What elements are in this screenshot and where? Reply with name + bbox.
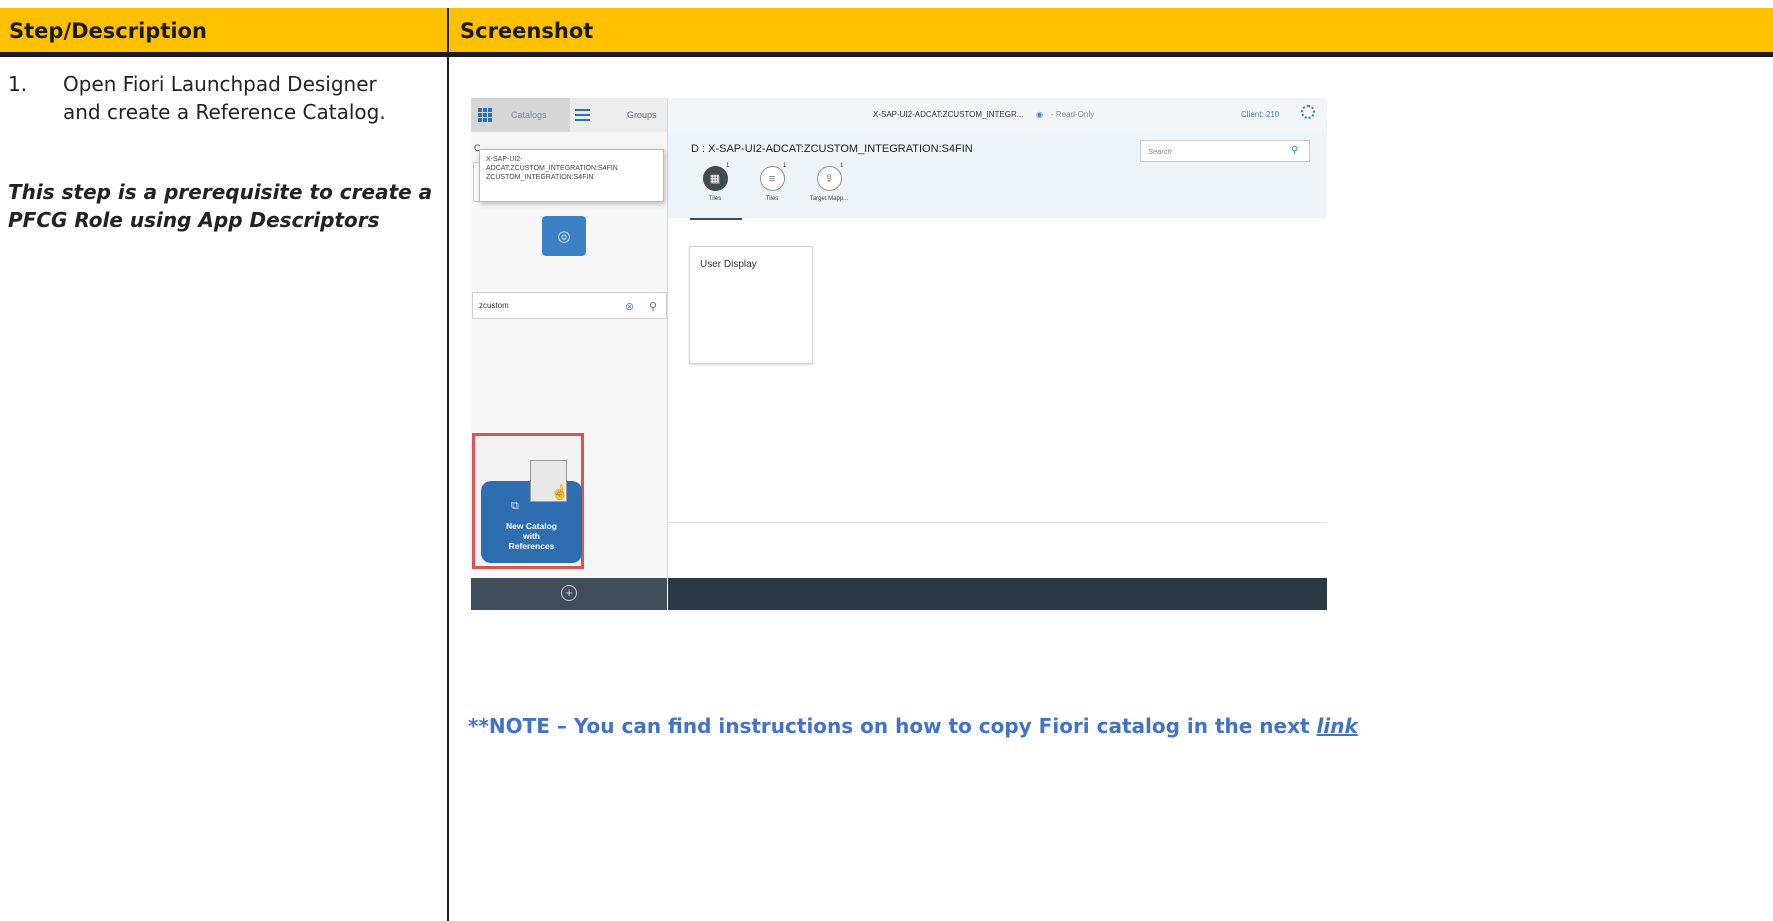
prerequisite-note: This step is a prerequisite to create a …: [8, 178, 438, 234]
catalog-id: D : X-SAP-UI2-ADCAT:ZCUSTOM_INTEGRATION:…: [691, 143, 973, 155]
note: **NOTE – You can find instructions on ho…: [468, 714, 1358, 738]
tile-title: User Display: [700, 259, 757, 270]
catalogs-label: Catalogs: [511, 110, 547, 120]
menu-icon[interactable]: [575, 109, 590, 121]
divider: [668, 522, 1327, 523]
new-catalog-highlight: ⧉ New Catalog with References ☝: [472, 433, 584, 569]
catalog-title: X-SAP-UI2-ADCAT:ZCUSTOM_INTEGR...: [873, 110, 1024, 119]
share-icon: ⇪: [816, 166, 842, 191]
tab-label: Tiles: [708, 196, 722, 202]
catalog-search-value: zcustom: [479, 301, 509, 310]
catalog-tooltip: X-SAP-UI2- ADCAT:ZCUSTOM_INTEGRATION:S4F…: [479, 149, 664, 202]
left-panel-toolbar: Catalogs Groups: [471, 98, 667, 132]
step-line-1: Open Fiori Launchpad Designer: [63, 72, 377, 96]
prereq-line-1: This step is a prerequisite to create a: [8, 180, 433, 204]
prereq-line-2: PFCG Role using App Descriptors: [8, 208, 380, 232]
tile-search-placeholder: Search: [1148, 147, 1172, 156]
right-panel-footer: [668, 578, 1327, 610]
active-tab-indicator: [690, 218, 742, 220]
groups-button[interactable]: Groups: [627, 110, 657, 120]
hand-cursor-icon: ☝: [549, 482, 570, 502]
gear-icon[interactable]: [1301, 105, 1315, 119]
new-catalog-label: New Catalog with References: [505, 521, 557, 551]
catalog-search-field[interactable]: zcustom ⊗ ⚲: [472, 292, 667, 319]
client-label: Client: 210: [1241, 110, 1280, 119]
tab-label: Tiles: [765, 196, 779, 202]
eye-icon: ◉: [1036, 110, 1043, 119]
left-panel-footer: +: [471, 578, 667, 610]
grid-icon: ▦: [702, 166, 728, 191]
catalog-header: D : X-SAP-UI2-ADCAT:ZCUSTOM_INTEGRATION:…: [668, 132, 1327, 218]
clear-icon[interactable]: ⊗: [625, 300, 634, 313]
col2-header: Screenshot: [460, 19, 594, 43]
column-divider: [447, 8, 449, 921]
right-panel: X-SAP-UI2-ADCAT:ZCUSTOM_INTEGR... ◉ - Rea…: [668, 98, 1327, 578]
note-link[interactable]: link: [1317, 714, 1358, 738]
catalog-tile[interactable]: ◎: [542, 216, 586, 256]
step-number: 1.: [8, 72, 28, 96]
catalogs-button[interactable]: Catalogs: [471, 98, 570, 132]
read-only-label: ◉ - Read-Only: [1036, 110, 1095, 119]
search-icon[interactable]: ⚲: [649, 300, 657, 313]
tab-count: 1: [783, 163, 787, 169]
tooltip-line-1: X-SAP-UI2-: [486, 156, 523, 163]
fiori-screenshot: Catalogs Groups C X-SAP-UI2- ADCAT:ZCUST…: [471, 98, 1327, 610]
step-line-2: and create a Reference Catalog.: [63, 100, 386, 124]
shell-bar: X-SAP-UI2-ADCAT:ZCUSTOM_INTEGR... ◉ - Rea…: [668, 98, 1327, 133]
user-display-tile[interactable]: User Display: [689, 246, 813, 364]
list-icon: ≡: [759, 166, 785, 191]
col1-header: Step/Description: [9, 19, 207, 43]
tab-label: Target Mapp...: [809, 196, 849, 202]
tab-count: 1: [726, 163, 730, 169]
step-description: 1. Open Fiori Launchpad Designer and cre…: [8, 70, 428, 126]
copy-document-icon: ⧉: [511, 500, 519, 512]
table-header: Step/Description Screenshot: [0, 8, 1773, 57]
add-icon[interactable]: +: [561, 585, 577, 601]
tile-search-input[interactable]: Search ⚲: [1140, 140, 1310, 162]
grid-icon: [478, 108, 492, 122]
target-icon: ◎: [557, 228, 571, 245]
tooltip-line-2: ADCAT:ZCUSTOM_INTEGRATION:S4FIN: [486, 165, 618, 172]
left-panel: Catalogs Groups C X-SAP-UI2- ADCAT:ZCUST…: [471, 98, 668, 578]
tab-target-mappings[interactable]: ⇪ 1 Target Mapp...: [804, 163, 854, 202]
tab-tiles-list[interactable]: ≡ 1 Tiles: [747, 163, 797, 202]
tab-count: 1: [840, 163, 844, 169]
note-text: **NOTE – You can find instructions on ho…: [468, 714, 1317, 738]
tab-tiles[interactable]: ▦ 1 Tiles: [690, 163, 740, 202]
search-icon[interactable]: ⚲: [1291, 145, 1298, 156]
tooltip-line-3: ZCUSTOM_INTEGRATION:S4FIN: [486, 174, 594, 181]
